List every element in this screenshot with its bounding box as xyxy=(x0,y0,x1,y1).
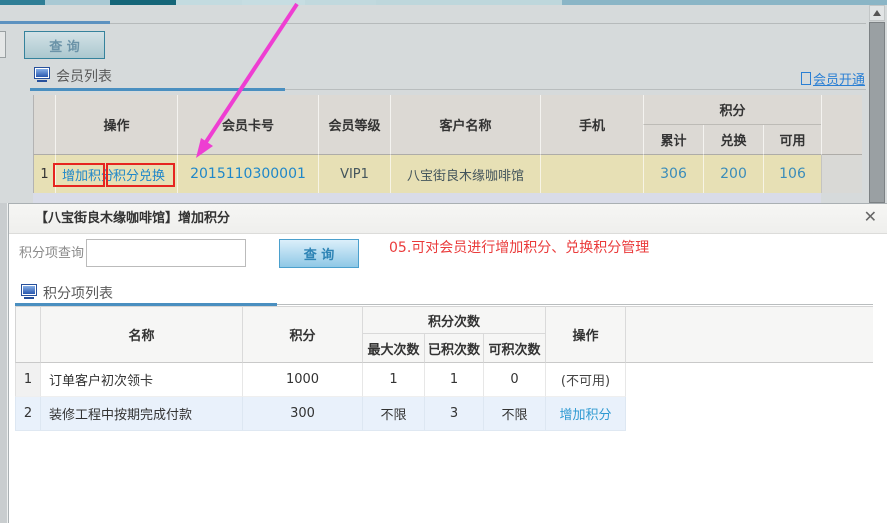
pt-col-count-group: 积分次数 xyxy=(363,306,546,334)
pt-row-earned: 1 xyxy=(425,363,484,397)
member-col-customer: 客户名称 xyxy=(390,95,540,155)
section-underline xyxy=(30,88,285,91)
pt-col-avail: 可积次数 xyxy=(484,334,546,363)
pt-row-op-unavailable: (不可用) xyxy=(546,363,626,397)
tab-strip-segment xyxy=(176,0,242,5)
member-col-card: 会员卡号 xyxy=(177,95,318,155)
member-open-link[interactable]: 会员开通 xyxy=(801,69,865,88)
member-level: VIP1 xyxy=(318,155,390,193)
points-item-query-label: 积分项查询 xyxy=(19,240,84,268)
tab-strip-segment xyxy=(242,0,305,5)
member-col-level: 会员等级 xyxy=(318,95,390,155)
page: 查 询 会员列表 会员开通 操作 会员卡号 会员等级 客户名称 手机 积分 累计… xyxy=(0,0,887,523)
active-tab-underline xyxy=(0,21,110,24)
pt-col-name: 名称 xyxy=(41,306,243,363)
cutoff-input-fragment xyxy=(0,31,6,58)
monitor-icon xyxy=(21,284,37,296)
pt-col-extra xyxy=(626,306,873,363)
pt-col-op: 操作 xyxy=(546,306,626,363)
divider xyxy=(277,304,873,305)
member-col-points-group: 积分 xyxy=(643,95,821,125)
points-item-list-title: 积分项列表 xyxy=(43,283,113,303)
member-col-exchange: 兑换 xyxy=(703,125,763,155)
pt-row-name: 装修工程中按期完成付款 xyxy=(41,397,243,431)
next-row-fragment xyxy=(33,193,821,203)
annotation-text: 05.可对会员进行增加积分、兑换积分管理 xyxy=(389,237,649,257)
member-col-phone: 手机 xyxy=(540,95,643,155)
pt-row-points: 1000 xyxy=(243,363,363,397)
member-col-extra xyxy=(821,95,862,155)
modal-query-button[interactable]: 查 询 xyxy=(279,239,359,268)
scrollbar-thumb[interactable] xyxy=(869,22,885,203)
tab-strip-segment xyxy=(562,0,887,5)
close-icon[interactable]: ✕ xyxy=(864,207,877,226)
tab-strip-segment xyxy=(0,0,45,5)
pt-row-name: 订单客户初次领卡 xyxy=(41,363,243,397)
member-row-extra xyxy=(821,155,862,193)
member-col-index xyxy=(33,95,55,155)
query-button[interactable]: 查 询 xyxy=(24,31,105,59)
pt-row-add-points-link[interactable]: 增加积分 xyxy=(546,397,626,431)
points-item-query-input[interactable] xyxy=(86,239,246,267)
add-points-modal: 【八宝街良木缘咖啡馆】增加积分 ✕ 积分项查询 查 询 05.可对会员进行增加积… xyxy=(8,203,887,523)
pt-row-index: 2 xyxy=(15,397,41,431)
member-phone xyxy=(540,155,643,193)
pt-row-avail: 0 xyxy=(484,363,546,397)
monitor-icon xyxy=(34,67,50,79)
monitor-icon-base xyxy=(37,80,47,82)
member-list-title: 会员列表 xyxy=(56,66,112,86)
member-points-avail: 106 xyxy=(763,155,821,193)
pt-row-index: 1 xyxy=(15,363,41,397)
tab-strip-segment xyxy=(45,0,110,5)
pt-col-index xyxy=(15,306,41,363)
pt-col-points: 积分 xyxy=(243,306,363,363)
member-card-number[interactable]: 2015110300001 xyxy=(177,155,318,193)
member-col-avail: 可用 xyxy=(763,125,821,155)
divider xyxy=(285,89,866,90)
divider xyxy=(110,23,866,24)
member-customer-name: 八宝街良木缘咖啡馆 xyxy=(390,155,540,193)
member-col-op: 操作 xyxy=(55,95,177,155)
tab-strip-segment xyxy=(376,0,562,5)
scrollbar-up-button[interactable] xyxy=(869,5,885,21)
tab-strip-segment xyxy=(305,0,376,5)
tab-strip-segment xyxy=(110,0,176,5)
modal-title: 【八宝街良木缘咖啡馆】增加积分 xyxy=(35,204,230,234)
placeholder-box-icon xyxy=(801,72,811,85)
member-points-exchange: 200 xyxy=(703,155,763,193)
pt-row-max: 不限 xyxy=(363,397,425,431)
highlight-box-add-points xyxy=(53,163,105,187)
pt-row-earned: 3 xyxy=(425,397,484,431)
member-col-accum: 累计 xyxy=(643,125,703,155)
member-row-index: 1 xyxy=(33,155,55,193)
pt-col-max: 最大次数 xyxy=(363,334,425,363)
member-points-accum: 306 xyxy=(643,155,703,193)
highlight-box-exchange-points xyxy=(106,163,175,187)
pt-row-max: 1 xyxy=(363,363,425,397)
pt-row-points: 300 xyxy=(243,397,363,431)
member-open-link-label: 会员开通 xyxy=(813,69,865,88)
up-arrow-icon xyxy=(873,10,881,16)
monitor-icon-base xyxy=(24,297,34,299)
pt-row-avail: 不限 xyxy=(484,397,546,431)
pt-col-earned: 已积次数 xyxy=(425,334,484,363)
